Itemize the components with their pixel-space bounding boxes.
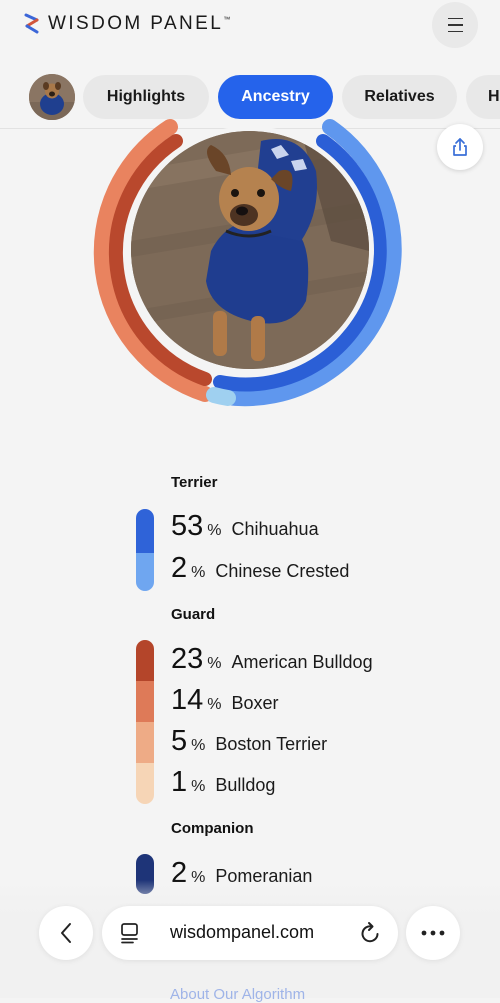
bar-segment-chinese-crested [136, 552, 154, 591]
breed-row[interactable]: 5% Boston Terrier [171, 725, 327, 759]
dog-photo [131, 131, 369, 369]
share-icon [453, 138, 467, 156]
bar-segment-boston-terrier [136, 722, 154, 763]
bar-segment-american-bulldog [136, 640, 154, 681]
breed-row[interactable]: 23% American Bulldog [171, 643, 373, 677]
share-button[interactable] [437, 124, 483, 170]
tabs-icon[interactable] [120, 922, 140, 944]
breed-row[interactable]: 53% Chihuahua [171, 510, 319, 544]
group-bar-terrier [136, 509, 154, 591]
bar-segment-boxer [136, 681, 154, 722]
group-title-companion: Companion [171, 820, 254, 837]
group-title-guard: Guard [171, 606, 216, 623]
about-algorithm-link[interactable]: About Our Algorithm [170, 986, 305, 1003]
more-icon [421, 930, 445, 936]
chevron-left-icon [61, 923, 71, 943]
breed-row[interactable]: 1% Bulldog [171, 766, 275, 800]
url-text: wisdompanel.com [170, 922, 315, 942]
reload-icon[interactable] [360, 921, 382, 945]
breed-row[interactable]: 14% Boxer [171, 684, 279, 718]
address-bar[interactable]: wisdompanel.com [102, 906, 398, 960]
more-button[interactable] [406, 906, 460, 960]
group-bar-guard [136, 640, 154, 804]
ring-segment-crested [206, 387, 236, 406]
bar-segment-bulldog [136, 763, 154, 804]
group-title-terrier: Terrier [171, 474, 218, 491]
breed-row[interactable]: 2% Chinese Crested [171, 552, 349, 586]
back-button[interactable] [39, 906, 93, 960]
bar-segment-chihuahua [136, 509, 154, 553]
